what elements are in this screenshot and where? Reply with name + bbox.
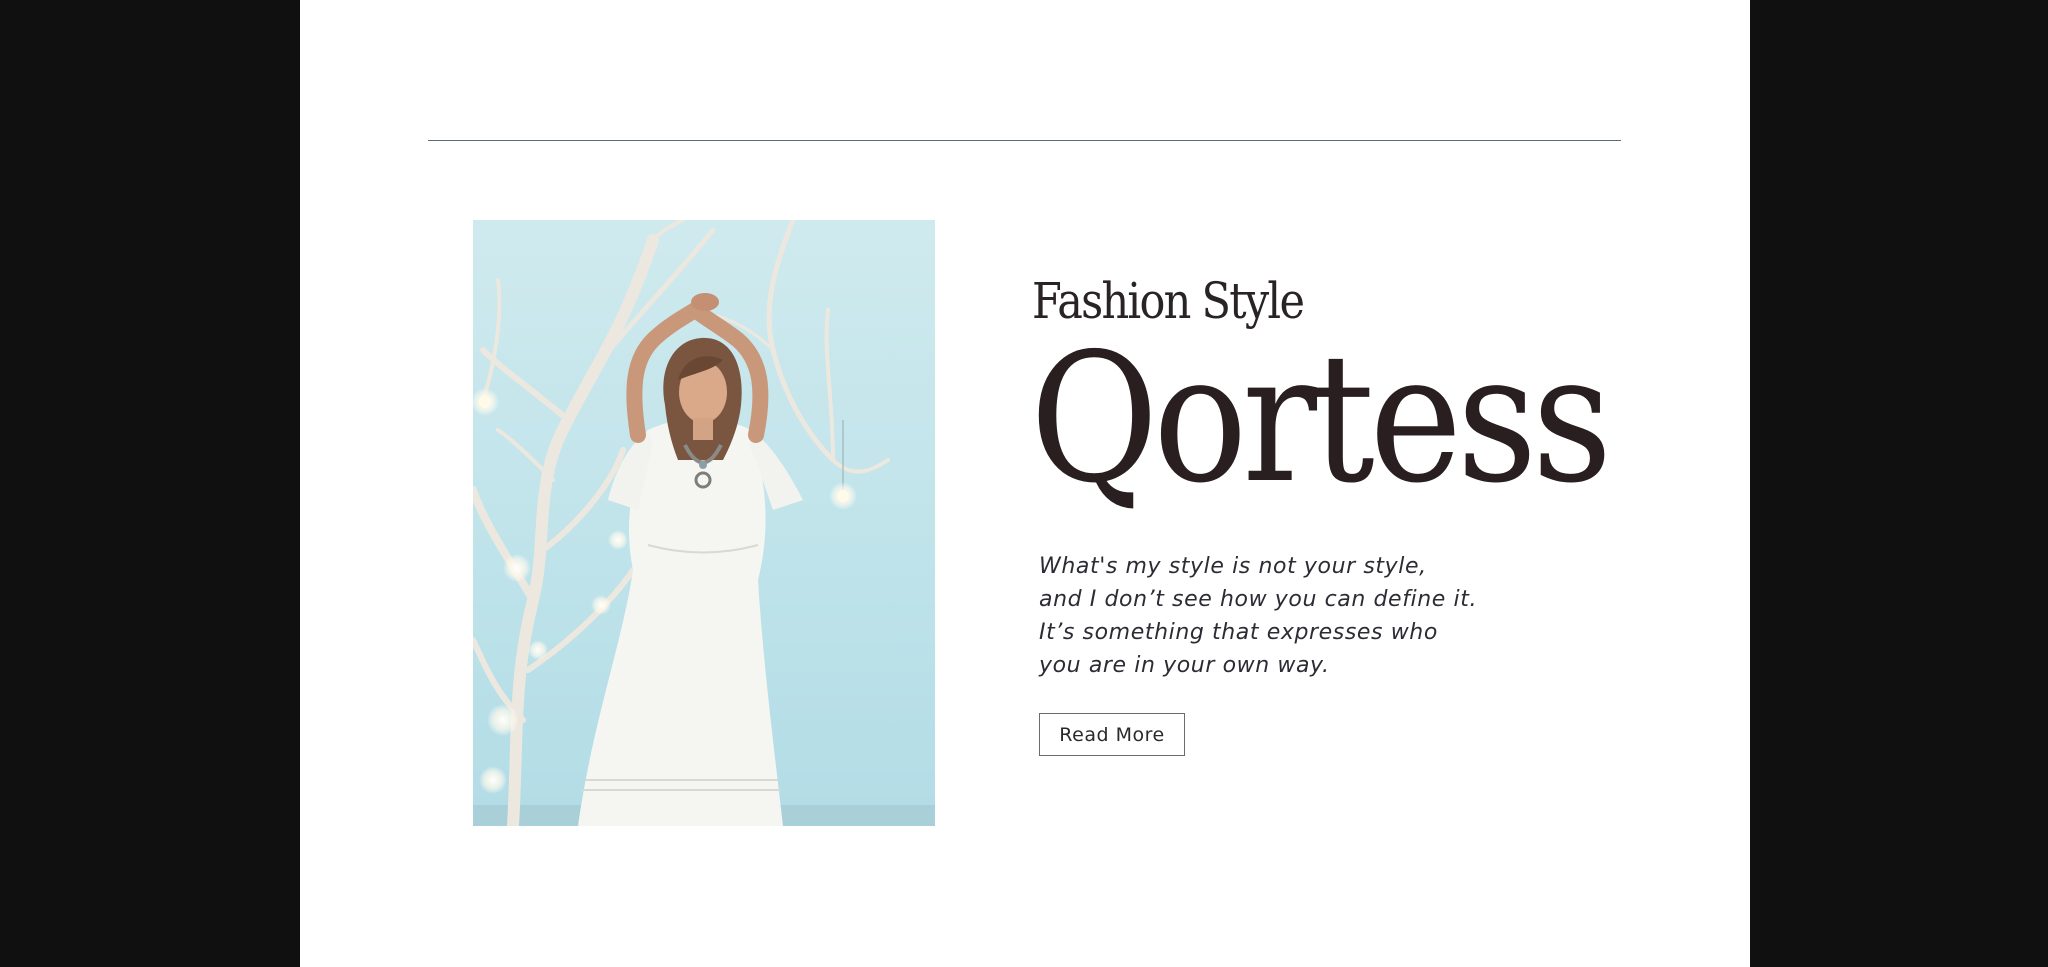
- read-more-button[interactable]: Read More: [1039, 713, 1185, 756]
- description-line: you are in your own way.: [1039, 653, 1330, 678]
- description-line: and I don’t see how you can define it.: [1039, 587, 1478, 612]
- hero-photo: [473, 220, 935, 826]
- hero-photo-illustration: [473, 220, 935, 826]
- description-line: What's my style is not your style,: [1039, 554, 1427, 579]
- hero-headline: Qortess: [1030, 315, 1612, 522]
- divider-line: [428, 140, 1621, 141]
- screen-background: Fashion Style Qortess What's my style is…: [0, 0, 2048, 967]
- page-canvas: Fashion Style Qortess What's my style is…: [300, 0, 1750, 967]
- description-line: It’s something that expresses who: [1039, 620, 1438, 645]
- hero-description: What's my style is not your style, and I…: [1039, 550, 1559, 682]
